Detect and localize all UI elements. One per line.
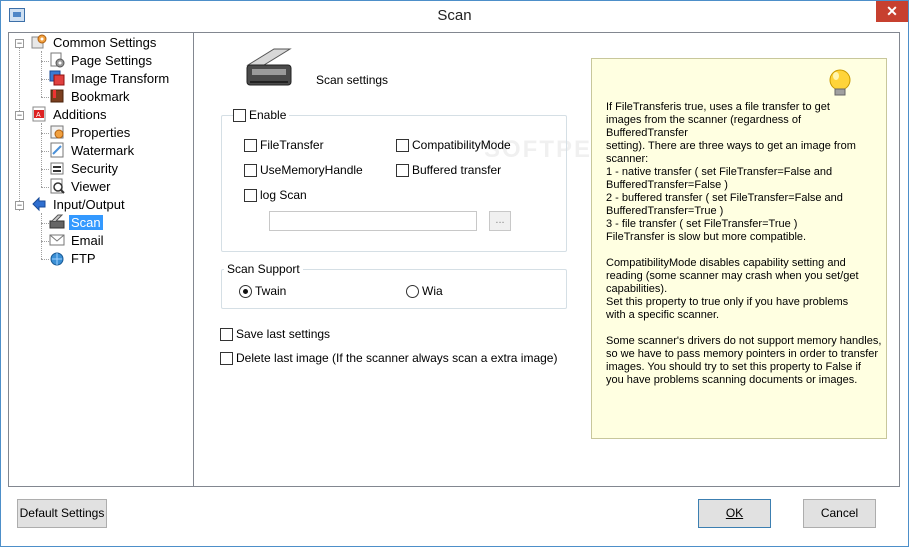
scanner-large-icon xyxy=(244,47,294,89)
cancel-button[interactable]: Cancel xyxy=(803,499,876,528)
viewer-icon xyxy=(49,178,65,194)
enable-checkbox[interactable]: Enable xyxy=(233,108,290,122)
pdf-icon: A xyxy=(31,106,47,122)
enable-group xyxy=(221,115,567,252)
save-last-settings-checkbox[interactable]: Save last settings xyxy=(220,327,330,341)
tree-item-scan[interactable]: Scan xyxy=(49,214,103,232)
tree-item-image-transform[interactable]: Image Transform xyxy=(49,70,171,88)
file-transfer-checkbox[interactable]: FileTransfer xyxy=(244,138,324,152)
scanner-icon xyxy=(49,214,65,230)
watermark-icon xyxy=(49,142,65,158)
default-settings-button[interactable]: Default Settings xyxy=(17,499,107,528)
bookmark-icon xyxy=(49,88,65,104)
close-button[interactable]: ✕ xyxy=(876,1,908,22)
page-settings-icon xyxy=(49,52,65,68)
tree-item-properties[interactable]: Properties xyxy=(49,124,132,142)
properties-icon xyxy=(49,124,65,140)
expander-input-output[interactable]: − xyxy=(15,201,24,210)
tree-item-viewer[interactable]: Viewer xyxy=(49,178,113,196)
wia-radio[interactable]: Wia xyxy=(406,284,443,298)
use-memory-handle-checkbox[interactable]: UseMemoryHandle xyxy=(244,163,363,177)
ftp-icon xyxy=(49,250,65,266)
settings-tree: − Common Settings Page Settings Image Tr… xyxy=(8,32,194,487)
image-transform-icon xyxy=(49,70,65,86)
log-scan-checkbox[interactable]: log Scan xyxy=(244,188,307,202)
browse-button[interactable]: ... xyxy=(489,211,511,231)
expander-additions[interactable]: − xyxy=(15,111,24,120)
buffered-transfer-checkbox[interactable]: Buffered transfer xyxy=(396,163,501,177)
email-icon xyxy=(49,232,65,248)
scan-settings-heading: Scan settings xyxy=(316,73,389,87)
scan-settings-panel: Scan settings SOFTPEDIA Enable FileTrans… xyxy=(194,32,900,487)
help-info-box: If FileTransferis true, uses a file tran… xyxy=(591,58,887,439)
tree-item-input-output[interactable]: Input/Output xyxy=(31,196,127,214)
tree-item-bookmark[interactable]: Bookmark xyxy=(49,88,132,106)
tree-item-watermark[interactable]: Watermark xyxy=(49,142,136,160)
scan-support-title: Scan Support xyxy=(224,262,303,276)
lightbulb-icon xyxy=(824,67,856,99)
delete-last-image-checkbox[interactable]: Delete last image (If the scanner always… xyxy=(220,351,557,365)
tree-item-common-settings[interactable]: Common Settings xyxy=(31,34,158,52)
security-icon xyxy=(49,160,65,176)
tree-item-email[interactable]: Email xyxy=(49,232,106,250)
settings-icon xyxy=(31,34,47,50)
compatibility-mode-checkbox[interactable]: CompatibilityMode xyxy=(396,138,511,152)
arrow-icon xyxy=(31,196,47,212)
tree-item-security[interactable]: Security xyxy=(49,160,120,178)
title-bar: Scan ✕ xyxy=(1,1,908,32)
twain-radio[interactable]: Twain xyxy=(239,284,286,298)
window-title: Scan xyxy=(437,7,472,24)
svg-text:A: A xyxy=(36,112,41,119)
help-text: If FileTransferis true, uses a file tran… xyxy=(606,101,882,386)
expander-common-settings[interactable]: − xyxy=(15,39,24,48)
ok-button[interactable]: OK xyxy=(698,499,771,528)
log-path-input[interactable] xyxy=(269,211,477,231)
scan-dialog: Scan ✕ − Common Settings Page Settings I… xyxy=(0,0,909,547)
tree-item-page-settings[interactable]: Page Settings xyxy=(49,52,154,70)
tree-item-ftp[interactable]: FTP xyxy=(49,250,98,268)
tree-item-additions[interactable]: A Additions xyxy=(31,106,108,124)
